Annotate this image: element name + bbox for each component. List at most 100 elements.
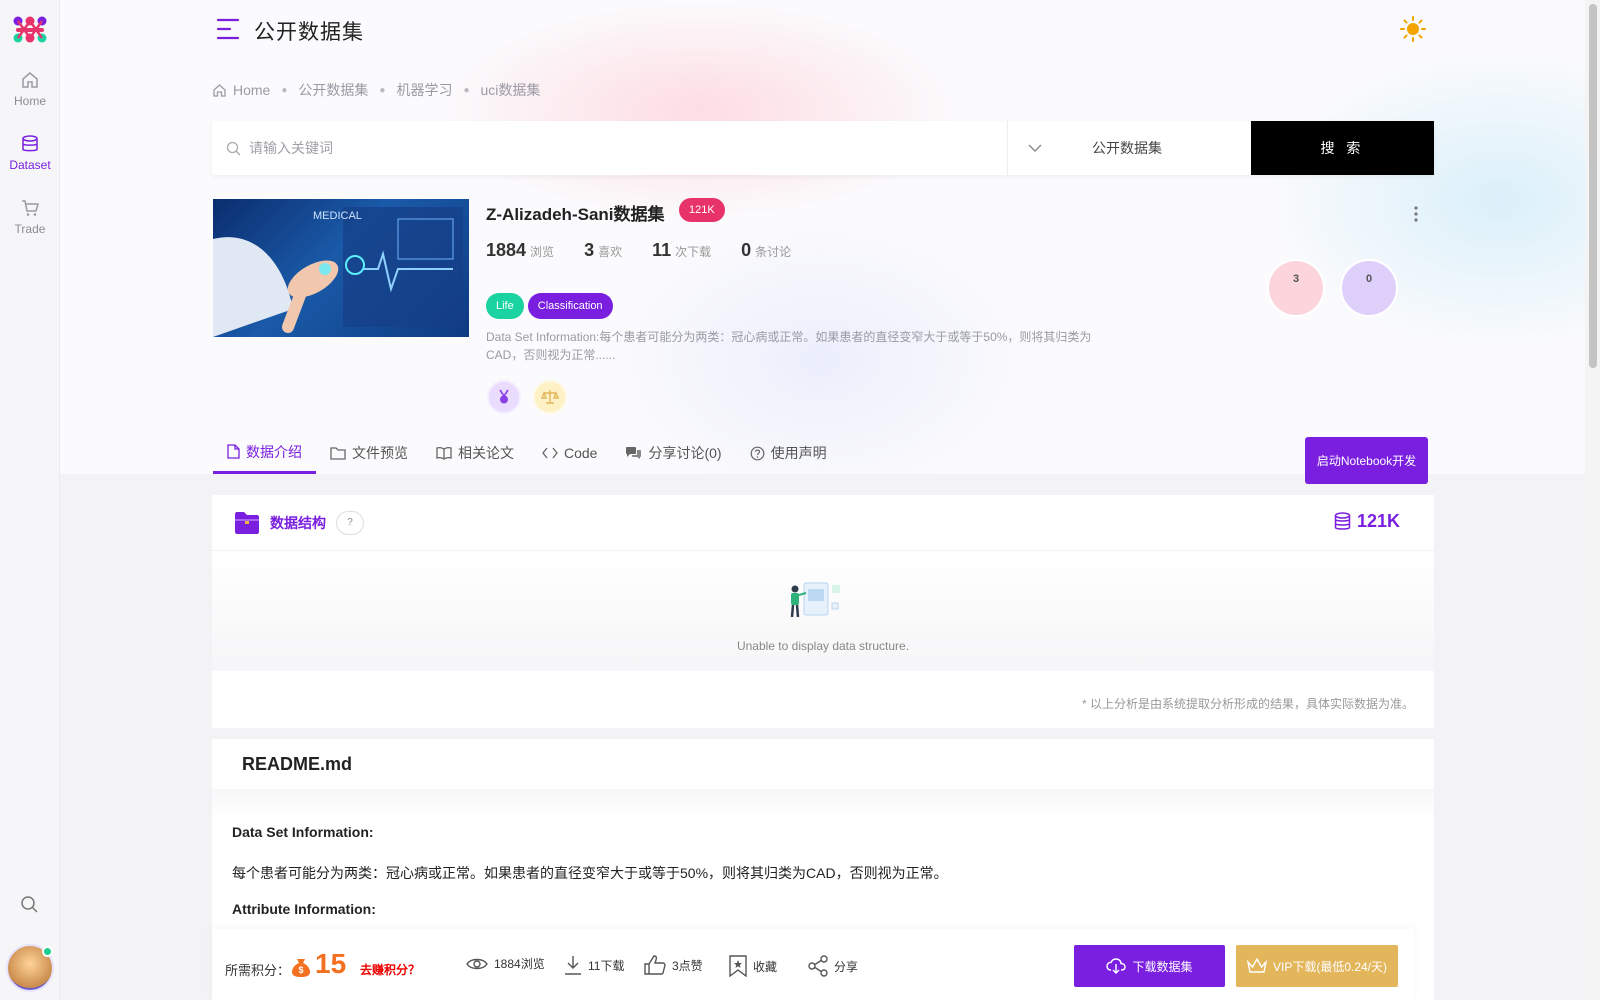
- chat-icon: [626, 447, 642, 459]
- points-label: 所需积分：: [225, 963, 291, 978]
- readme-paragraph: 每个患者可能分为两类：冠心病或正常。如果患者的直径变窄大于或等于50%，则将其归…: [232, 865, 948, 881]
- breadcrumb-public-datasets[interactable]: 公开数据集: [298, 80, 368, 100]
- thumbs-up-icon: [644, 955, 666, 975]
- downloads-count: 11下载: [564, 955, 624, 975]
- readme-heading-attribute-info: Attribute Information:: [232, 901, 376, 917]
- search-bar: 公开数据集 搜 索: [212, 121, 1434, 175]
- category-select[interactable]: 公开数据集: [1007, 121, 1251, 175]
- bottom-action-bar: 所需积分： $ 15 去赚积分？ 1884浏览 11下载 3点赞 收藏 分享 下…: [212, 929, 1414, 1000]
- size-badge: 121K: [679, 198, 725, 222]
- tab-code[interactable]: Code: [528, 432, 611, 474]
- earn-points-link[interactable]: 去赚积分？: [360, 961, 420, 978]
- launch-notebook-button[interactable]: 启动Notebook开发: [1305, 437, 1428, 484]
- search-icon: [226, 141, 241, 155]
- database-icon: [22, 135, 38, 152]
- home-icon: [22, 72, 38, 88]
- page-scrollbar[interactable]: [1586, 0, 1600, 1000]
- readme-filename: README.md: [242, 753, 353, 774]
- tab-file-preview[interactable]: 文件预览: [316, 432, 422, 474]
- tag-life[interactable]: Life: [486, 293, 524, 319]
- chevron-down-icon: [1028, 144, 1042, 152]
- stat-downloads: 11 次下载: [652, 240, 712, 260]
- more-options-icon[interactable]: [1413, 205, 1419, 223]
- breadcrumb: Home ● 公开数据集 ● 机器学习 ● uci数据集: [212, 80, 540, 100]
- help-button[interactable]: ?: [336, 510, 364, 535]
- sidebar-item-trade[interactable]: Trade: [0, 198, 60, 236]
- stat-likes: 3 喜欢: [584, 240, 623, 260]
- book-icon: [436, 446, 452, 460]
- scrollbar-thumb[interactable]: [1589, 4, 1597, 368]
- dataset-title: Z-Alizadeh-Sani数据集: [486, 205, 665, 224]
- folder-icon: [330, 447, 346, 460]
- download-icon: [565, 956, 581, 975]
- database-icon: [1334, 512, 1351, 530]
- bookmark-star-icon: [729, 955, 747, 977]
- breadcrumb-home[interactable]: Home: [233, 82, 270, 98]
- tag-classification[interactable]: Classification: [527, 293, 613, 319]
- share-icon: [808, 955, 828, 977]
- readme-heading-dataset-info: Data Set Information:: [232, 824, 374, 840]
- data-structure-panel: 数据结构 ? 121K Unable to display data struc…: [212, 495, 1434, 728]
- empty-state-illustration: [790, 582, 840, 618]
- page-title: 公开数据集: [254, 21, 364, 44]
- code-icon: [542, 447, 558, 459]
- search-button[interactable]: 搜 索: [1251, 121, 1434, 175]
- breadcrumb-separator: ●: [379, 84, 386, 96]
- data-size: 121K: [1334, 511, 1400, 532]
- balance-scale-icon: [541, 390, 559, 404]
- breadcrumb-separator: ●: [463, 84, 470, 96]
- sidebar-item-home[interactable]: Home: [0, 70, 60, 108]
- search-icon[interactable]: [19, 894, 39, 914]
- tag-list: Life Classification: [486, 293, 617, 319]
- folder-icon: [235, 511, 259, 534]
- empty-state-text: Unable to display data structure.: [736, 639, 910, 653]
- cart-icon: [22, 200, 39, 216]
- home-icon: [213, 83, 226, 97]
- category-select-value: 公开数据集: [1092, 140, 1162, 156]
- sidebar-item-dataset[interactable]: Dataset: [0, 134, 60, 172]
- coin-bag-icon: $: [292, 959, 310, 977]
- tab-intro[interactable]: 数据介绍: [213, 432, 316, 474]
- share-button[interactable]: 分享: [808, 955, 858, 977]
- dataset-stats: 1884 浏览 3 喜欢 11 次下载 0 条讨论: [486, 240, 821, 261]
- svg-text:MEDICAL: MEDICAL: [313, 210, 362, 222]
- favorite-button[interactable]: 收藏: [729, 955, 777, 977]
- medal-badge: [487, 380, 521, 414]
- svg-text:$: $: [298, 965, 303, 975]
- views-count: 1884浏览: [466, 955, 545, 972]
- sidebar-item-label: Trade: [14, 222, 46, 236]
- breadcrumb-machine-learning[interactable]: 机器学习: [396, 80, 452, 100]
- dataset-description: Data Set Information:每个患者可能分为两类：冠心病或正常。如…: [486, 330, 1092, 362]
- like-count-bubble: 3: [1267, 259, 1325, 317]
- file-icon: [227, 444, 240, 459]
- search-input-wrapper: [212, 121, 1007, 175]
- analysis-note: * 以上分析是由系统提取分析形成的结果，具体实际数据为准。: [1081, 697, 1414, 711]
- vip-download-button[interactable]: VIP下载(最低0.24/天): [1236, 945, 1398, 987]
- download-dataset-button[interactable]: 下载数据集: [1074, 945, 1225, 987]
- like-button[interactable]: 3点赞: [644, 955, 703, 975]
- sidebar: Home Dataset Trade: [0, 0, 60, 1000]
- breadcrumb-uci-datasets[interactable]: uci数据集: [481, 80, 541, 100]
- tab-discussion[interactable]: 分享讨论(0): [611, 432, 735, 474]
- tab-usage-statement[interactable]: 使用声明: [736, 432, 841, 474]
- tab-papers[interactable]: 相关论文: [422, 432, 528, 474]
- stat-views: 1884 浏览: [486, 240, 555, 260]
- app-logo[interactable]: [10, 14, 50, 46]
- stat-discussions: 0 条讨论: [741, 240, 792, 260]
- tab-bar: 数据介绍 文件预览 相关论文 Code 分享讨论(0) 使用声明: [213, 432, 841, 474]
- search-input[interactable]: [249, 140, 949, 156]
- empty-state: Unable to display data structure.: [212, 551, 1434, 671]
- dataset-cover-image: MEDICAL: [213, 199, 469, 337]
- sidebar-item-label: Home: [13, 94, 46, 108]
- points-value: 15: [315, 948, 347, 979]
- cloud-download-icon: [1106, 958, 1127, 974]
- crown-icon: [1246, 958, 1267, 973]
- breadcrumb-separator: ●: [281, 84, 288, 96]
- theme-toggle-sun-icon[interactable]: [1400, 16, 1426, 42]
- online-status-dot: [42, 946, 53, 957]
- eye-icon: [466, 958, 488, 969]
- discussion-count-bubble: 0: [1340, 259, 1398, 317]
- data-structure-header: 数据结构 ? 121K: [212, 495, 1434, 551]
- data-structure-title: 数据结构: [270, 514, 326, 531]
- menu-icon[interactable]: [216, 18, 240, 40]
